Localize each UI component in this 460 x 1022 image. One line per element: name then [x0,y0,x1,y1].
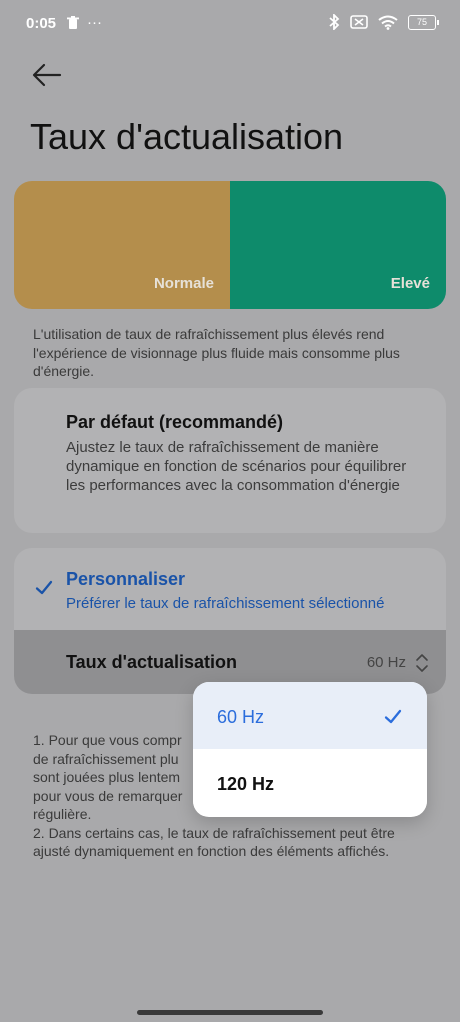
refresh-rate-preview: Normale Elevé [14,181,446,309]
status-right-icons: 75 [329,14,439,30]
checkmark-icon [384,709,402,724]
preview-normal-label: Normale [153,275,214,292]
preview-high-label: Elevé [390,275,430,292]
refresh-rate-label: Taux d'actualisation [66,652,237,672]
status-bar: 0:05 ··· 75 [0,0,460,46]
option-default-subtitle: Ajustez le taux de rafraîchissement de m… [66,439,407,494]
description-text: L'utilisation de taux de rafraîchissemen… [33,326,400,379]
more-notifications-icon: ··· [87,14,102,31]
option-default[interactable]: Par défaut (recommandé) Ajustez le taux … [14,388,446,533]
no-sim-icon [350,15,368,29]
option-custom-subtitle: Préférer le taux de rafraîchissement sél… [66,595,385,612]
status-time: 0:05 [26,15,57,32]
wifi-icon [378,15,398,30]
dropdown-option-60hz[interactable]: 60 Hz [193,682,427,749]
option-custom-card: Personnaliser Préférer le taux de rafraî… [14,548,446,694]
back-button[interactable] [30,58,64,92]
battery-icon: 75 [408,14,439,30]
preview-high-panel: Elevé [230,181,446,309]
trash-icon [67,15,79,29]
home-indicator[interactable] [137,1010,323,1015]
option-custom[interactable]: Personnaliser Préférer le taux de rafraî… [14,548,446,630]
notes-line: 2. Dans certains cas, le taux de rafraîc… [33,824,395,860]
dropdown-option-label: 60 Hz [217,707,265,727]
page-title: Taux d'actualisation [30,116,344,157]
refresh-rate-value: 60 Hz [366,654,406,671]
preview-normal-panel: Normale [14,181,230,309]
back-arrow-icon [32,63,62,87]
dropdown-option-label: 120 Hz [217,774,275,794]
battery-level: 75 [416,17,427,27]
option-custom-title: Personnaliser [66,569,186,589]
status-left-icons: ··· [67,14,102,31]
checkmark-icon [35,580,53,595]
dropdown-option-120hz[interactable]: 120 Hz [193,749,427,816]
up-down-chevron-icon [416,654,428,672]
bluetooth-icon [329,14,340,30]
refresh-rate-dropdown: 60 Hz 120 Hz [193,682,427,817]
option-default-title: Par défaut (recommandé) [66,412,284,432]
